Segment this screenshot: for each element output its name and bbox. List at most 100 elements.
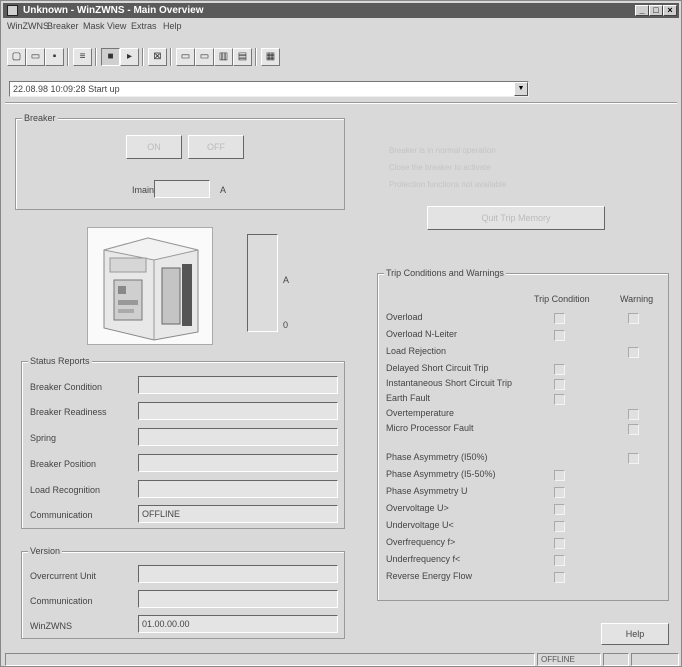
imain-field [154, 180, 210, 198]
main-window: Unknown - WinZWNS - Main Overview _ □ × … [0, 0, 682, 667]
status-field-breaker-position [138, 454, 338, 472]
imain-label: Imain [132, 185, 155, 195]
breaker-image [87, 227, 213, 345]
trip-condition-label: Earth Fault [386, 393, 431, 403]
menu-view[interactable]: View [107, 21, 126, 31]
status-bar-main [5, 653, 535, 666]
toolbar: ▢ ▭ ▪ ≡ ■ ▸ ⊠ ▭ ▭ ▥ ▤ ▦ [3, 36, 679, 70]
trip-condition-label: Overtemperature [386, 408, 455, 418]
status-bar-pane [603, 653, 629, 666]
app-icon [7, 5, 18, 16]
warning-indicator [628, 409, 639, 420]
status-bar-connection: OFFLINE [537, 653, 601, 666]
version-field-communication [138, 590, 338, 608]
warning-column-header: Warning [620, 294, 654, 304]
trip-condition-indicator [554, 504, 565, 515]
toolbar-separator [95, 48, 97, 66]
trip-condition-label: Overvoltage U> [386, 503, 449, 513]
status-label-communication: Communication [30, 510, 93, 520]
trip-condition-indicator [554, 313, 565, 324]
trip-condition-indicator [554, 394, 565, 405]
window-4-icon[interactable]: ▤ [233, 48, 252, 66]
breaker-on-button[interactable]: ON [126, 135, 182, 159]
new-file-icon[interactable]: ▢ [7, 48, 26, 66]
breaker-group-title: Breaker [22, 113, 58, 123]
warning-indicator [628, 347, 639, 358]
warning-indicator [628, 453, 639, 464]
current-scale [247, 234, 278, 332]
window-1-icon[interactable]: ▭ [176, 48, 195, 66]
info-line-1: Breaker is in normal operation [389, 146, 496, 155]
event-select[interactable]: 22.08.98 10:09:28 Start up ▼ [9, 81, 529, 97]
version-label-overcurrent-unit: Overcurrent Unit [30, 571, 97, 581]
scale-top-label: A [283, 275, 290, 285]
trip-condition-label: Phase Asymmetry (I5-50%) [386, 469, 496, 479]
chevron-down-icon[interactable]: ▼ [514, 82, 528, 96]
status-label-breaker-readiness: Breaker Readiness [30, 407, 107, 417]
maximize-button[interactable]: □ [649, 5, 663, 16]
trip-condition-label: Phase Asymmetry (I50%) [386, 452, 488, 462]
version-field-winzwns: 01.00.00.00 [138, 615, 338, 633]
version-label-communication: Communication [30, 596, 93, 606]
scale-bottom-label: 0 [283, 320, 289, 330]
breaker-off-button[interactable]: OFF [188, 135, 244, 159]
window-2-icon[interactable]: ▭ [195, 48, 214, 66]
menu-winzwns[interactable]: WinZWNS [7, 21, 49, 31]
window-3-icon[interactable]: ▥ [214, 48, 233, 66]
trip-condition-label: Load Rejection [386, 346, 447, 356]
trip-condition-label: Delayed Short Circuit Trip [386, 363, 489, 373]
warning-indicator [628, 424, 639, 435]
trip-condition-label: Instantaneous Short Circuit Trip [386, 378, 513, 388]
trip-condition-indicator [554, 521, 565, 532]
status-field-breaker-readiness [138, 402, 338, 420]
play-icon[interactable]: ▸ [120, 48, 139, 66]
version-group: Version Overcurrent Unit Communication W… [21, 546, 345, 639]
status-bar-pane [631, 653, 679, 666]
toolbar-separator [255, 48, 257, 66]
trip-condition-indicator [554, 470, 565, 481]
menu-bar: WinZWNS Breaker Mask View Extras Help [3, 20, 679, 34]
trip-condition-label: Overfrequency f> [386, 537, 456, 547]
warning-indicator [628, 313, 639, 324]
version-title: Version [28, 546, 63, 556]
status-label-load-recognition: Load Recognition [30, 485, 101, 495]
trip-condition-indicator [554, 487, 565, 498]
status-label-breaker-condition: Breaker Condition [30, 382, 103, 392]
stop-icon[interactable]: ■ [101, 48, 120, 66]
open-file-icon[interactable]: ▭ [26, 48, 45, 66]
trip-condition-label: Reverse Energy Flow [386, 571, 473, 581]
trip-condition-indicator [554, 538, 565, 549]
trip-condition-indicator [554, 379, 565, 390]
quit-trip-memory-button[interactable]: Quit Trip Memory [427, 206, 605, 230]
menu-breaker[interactable]: Breaker [47, 21, 79, 31]
save-icon[interactable]: ▪ [45, 48, 64, 66]
version-label-winzwns: WinZWNS [30, 621, 72, 631]
info-line-3: Protection functions not available [389, 180, 507, 189]
status-reports-title: Status Reports [28, 356, 92, 366]
help-button[interactable]: Help [601, 623, 669, 645]
toolbar-separator [170, 48, 172, 66]
status-field-spring [138, 428, 338, 446]
breaker-group: Breaker ON OFF Imain A [15, 113, 345, 210]
print-icon[interactable]: ≡ [73, 48, 92, 66]
menu-extras[interactable]: Extras [131, 21, 157, 31]
menu-help[interactable]: Help [163, 21, 182, 31]
info-line-2: Close the breaker to activate [389, 163, 491, 172]
toolbar-separator [142, 48, 144, 66]
trip-condition-label: Micro Processor Fault [386, 423, 474, 433]
minimize-button[interactable]: _ [635, 5, 649, 16]
event-select-value: 22.08.98 10:09:28 Start up [13, 84, 120, 94]
overview-icon[interactable]: ⊠ [148, 48, 167, 66]
trip-condition-label: Underfrequency f< [386, 554, 461, 564]
trip-condition-label: Overload N-Leiter [386, 329, 458, 339]
menu-mask[interactable]: Mask [83, 21, 105, 31]
trip-conditions-title: Trip Conditions and Warnings [384, 268, 506, 278]
close-button[interactable]: × [663, 5, 677, 16]
window-title: Unknown - WinZWNS - Main Overview [23, 5, 204, 16]
breaker-drawing [103, 237, 199, 341]
divider [5, 102, 677, 104]
calculator-icon[interactable]: ▦ [261, 48, 280, 66]
status-label-spring: Spring [30, 433, 57, 443]
status-field-communication: OFFLINE [138, 505, 338, 523]
version-field-overcurrent-unit [138, 565, 338, 583]
